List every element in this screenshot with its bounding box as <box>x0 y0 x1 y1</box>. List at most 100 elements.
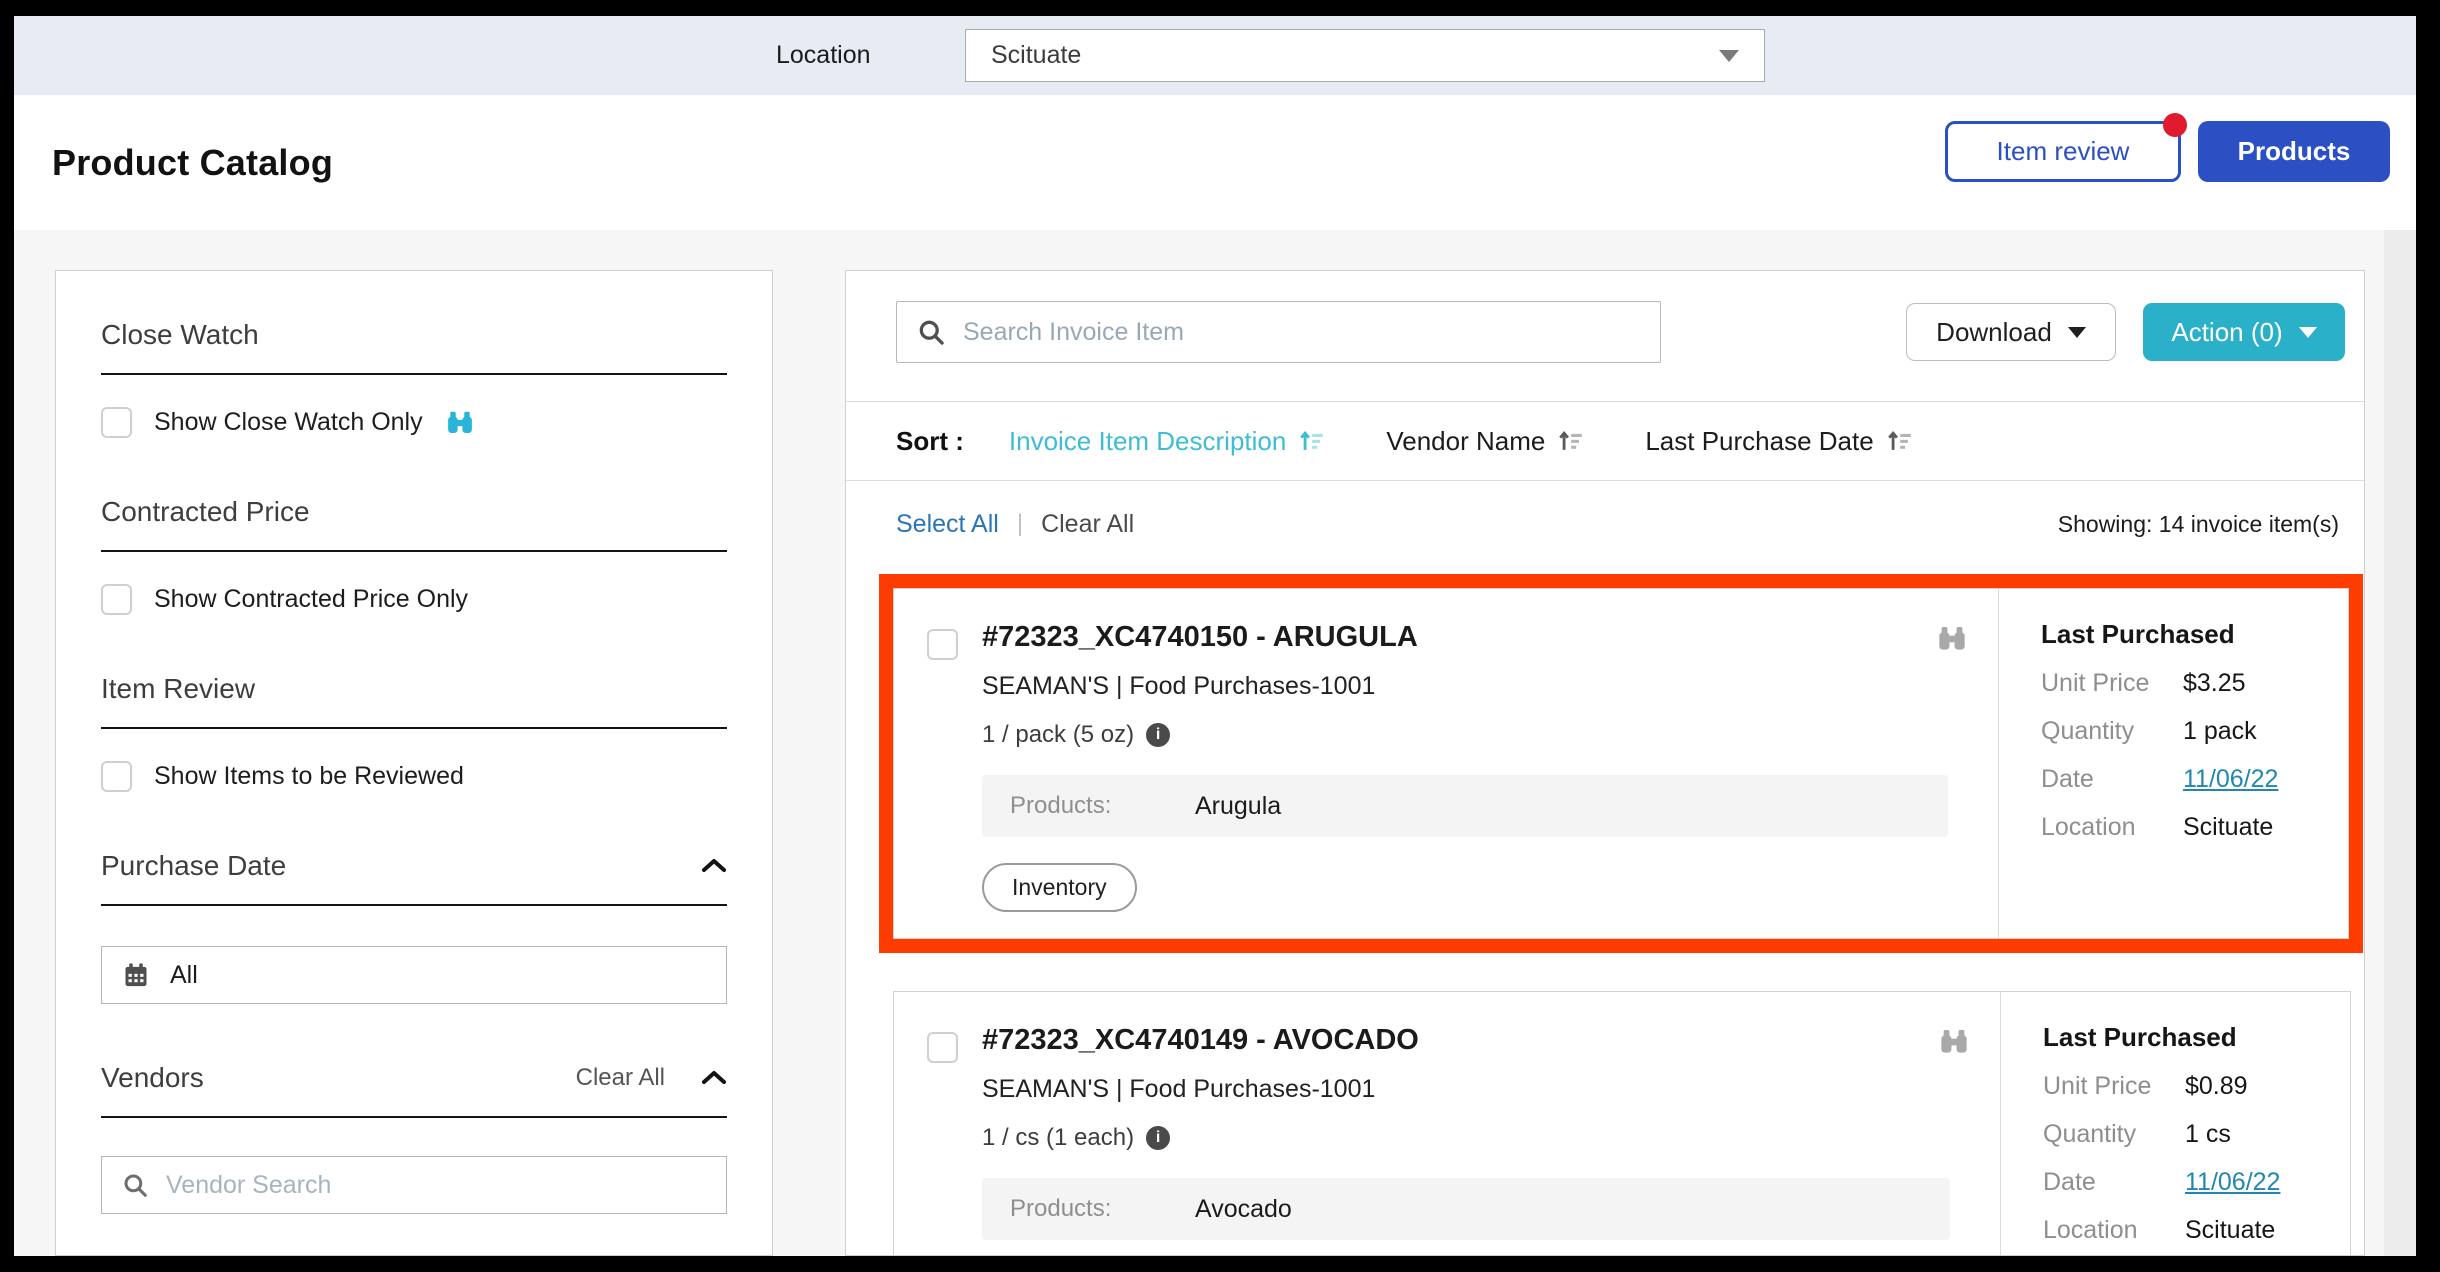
binoculars-icon[interactable] <box>1936 623 1968 655</box>
location-dropdown[interactable]: Scituate <box>965 29 1765 82</box>
divider <box>101 904 727 906</box>
products-row: Products: Avocado <box>982 1178 1950 1240</box>
search-icon <box>917 318 945 346</box>
vendor-search-input[interactable] <box>166 1171 706 1200</box>
separator: | <box>1017 510 1023 538</box>
unit-price-label: Unit Price <box>2043 1072 2185 1101</box>
page-scrollbar[interactable] <box>2384 230 2416 1256</box>
selection-bar: Select All | Clear All Showing: 14 invoi… <box>846 483 2364 565</box>
page-header: Product Catalog Item review Products <box>14 95 2416 230</box>
filter-item-review-title: Item Review <box>101 673 727 705</box>
last-purchased-title: Last Purchased <box>2041 619 2338 650</box>
invoice-search-input[interactable] <box>963 318 1640 347</box>
location-label: Location <box>2041 813 2183 842</box>
contracted-price-filter-row: Show Contracted Price Only <box>101 584 727 615</box>
unit-price-label: Unit Price <box>2041 669 2183 698</box>
invoice-items-panel: Download Action (0) Sort : Invoice Item … <box>845 270 2365 1256</box>
vendor-account-line: SEAMAN'S | Food Purchases-1001 <box>982 1075 2000 1104</box>
invoice-item-title: #72323_XC4740150 - ARUGULA <box>982 621 1998 654</box>
unit-price-value: $0.89 <box>2185 1072 2248 1101</box>
last-purchased-panel: Last Purchased Unit Price$0.89 Quantity1… <box>2000 992 2350 1256</box>
chevron-down-icon <box>2068 327 2086 338</box>
date-label: Date <box>2041 765 2183 794</box>
location-value: Scituate <box>2185 1216 2275 1245</box>
products-row: Products: Arugula <box>982 775 1948 837</box>
clear-all-link[interactable]: Clear All <box>1041 510 1134 539</box>
quantity-label: Quantity <box>2043 1120 2185 1149</box>
location-label: Location <box>2043 1216 2185 1245</box>
vendor-account-line: SEAMAN'S | Food Purchases-1001 <box>982 672 1998 701</box>
collapse-chevron-up-icon[interactable] <box>701 858 727 874</box>
close-watch-filter-row: Show Close Watch Only <box>101 407 727 438</box>
filter-vendors-title: Vendors <box>101 1062 576 1094</box>
vendors-clear-all-link[interactable]: Clear All <box>576 1064 665 1092</box>
filter-purchase-date-title: Purchase Date <box>101 850 701 882</box>
item-review-label: Item review <box>1997 136 2130 167</box>
action-button[interactable]: Action (0) <box>2143 303 2345 361</box>
divider <box>846 480 2364 481</box>
purchase-date-section-header: Purchase Date <box>101 850 727 882</box>
purchase-date-field[interactable]: All <box>101 946 727 1004</box>
last-purchased-title: Last Purchased <box>2043 1022 2340 1053</box>
invoice-item-title: #72323_XC4740149 - AVOCADO <box>982 1024 2000 1057</box>
invoice-item-card-arugula: #72323_XC4740150 - ARUGULA SEAMAN'S | Fo… <box>893 588 2349 939</box>
location-dropdown-value: Scituate <box>991 41 1719 70</box>
date-link[interactable]: 11/06/22 <box>2185 1168 2280 1197</box>
item-review-button[interactable]: Item review <box>1945 121 2181 182</box>
date-link[interactable]: 11/06/22 <box>2183 765 2278 794</box>
card-main-section: #72323_XC4740149 - AVOCADO SEAMAN'S | Fo… <box>894 992 2000 1256</box>
quantity-value: 1 cs <box>2185 1120 2231 1149</box>
chevron-down-icon <box>1719 50 1739 62</box>
close-watch-checkbox-label: Show Close Watch Only <box>154 408 423 437</box>
download-label: Download <box>1936 317 2052 348</box>
invoice-search-box <box>896 301 1661 363</box>
search-icon <box>122 1172 148 1198</box>
chevron-down-icon <box>2299 327 2317 338</box>
download-button[interactable]: Download <box>1906 303 2116 361</box>
page-title: Product Catalog <box>52 95 333 230</box>
info-icon[interactable] <box>1146 1126 1170 1150</box>
inventory-tag: Inventory <box>982 863 1137 912</box>
binoculars-icon[interactable] <box>1938 1026 1970 1058</box>
sort-option-vendor-name[interactable]: Vendor Name <box>1386 426 1583 457</box>
date-label: Date <box>2043 1168 2185 1197</box>
products-value: Arugula <box>1195 792 1281 821</box>
products-button[interactable]: Products <box>2198 121 2390 182</box>
last-purchased-panel: Last Purchased Unit Price$3.25 Quantity1… <box>1998 589 2348 938</box>
location-bar: Location Scituate <box>14 16 2416 95</box>
sort-option-last-purchase-date[interactable]: Last Purchase Date <box>1645 426 1911 457</box>
item-review-checkbox[interactable] <box>101 761 132 792</box>
divider <box>101 373 727 375</box>
sort-amount-icon <box>1886 429 1912 453</box>
divider <box>101 727 727 729</box>
item-checkbox[interactable] <box>927 1032 958 1063</box>
sort-amount-icon <box>1298 429 1324 453</box>
products-label: Products: <box>1010 792 1195 820</box>
vendor-search-box <box>101 1156 727 1214</box>
invoice-item-card-avocado: #72323_XC4740149 - AVOCADO SEAMAN'S | Fo… <box>893 991 2351 1256</box>
location-value: Scituate <box>2183 813 2273 842</box>
info-icon[interactable] <box>1146 723 1170 747</box>
highlight-annotation-box: #72323_XC4740150 - ARUGULA SEAMAN'S | Fo… <box>879 574 2363 953</box>
notification-dot <box>2163 113 2187 137</box>
products-label: Products: <box>1010 1195 1195 1223</box>
contracted-price-checkbox-label: Show Contracted Price Only <box>154 585 468 614</box>
divider <box>101 1116 727 1118</box>
location-label: Location <box>776 16 871 95</box>
sort-amount-icon <box>1557 429 1583 453</box>
pack-size-line: 1 / pack (5 oz) <box>982 721 1998 749</box>
sort-option-invoice-item-description[interactable]: Invoice Item Description <box>1009 426 1324 457</box>
item-checkbox[interactable] <box>927 629 958 660</box>
collapse-chevron-up-icon[interactable] <box>701 1070 727 1086</box>
quantity-label: Quantity <box>2041 717 2183 746</box>
purchase-date-value: All <box>170 961 198 990</box>
contracted-price-checkbox[interactable] <box>101 584 132 615</box>
showing-count: Showing: 14 invoice item(s) <box>2058 511 2339 538</box>
binoculars-icon <box>445 408 475 438</box>
close-watch-checkbox[interactable] <box>101 407 132 438</box>
select-all-link[interactable]: Select All <box>896 510 999 539</box>
divider <box>101 550 727 552</box>
sort-label: Sort : <box>896 426 964 457</box>
calendar-icon <box>122 961 150 989</box>
card-main-section: #72323_XC4740150 - ARUGULA SEAMAN'S | Fo… <box>894 589 1998 938</box>
